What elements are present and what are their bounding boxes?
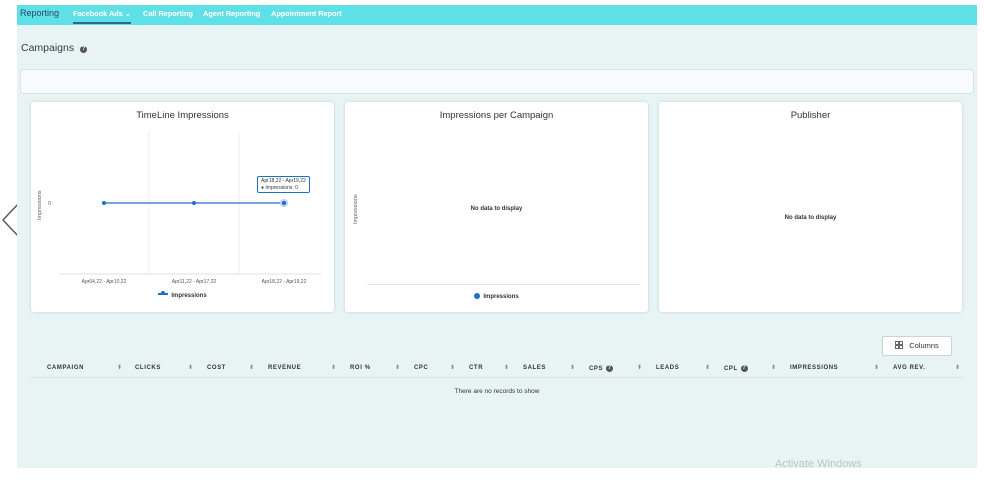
sort-icon[interactable]: ⬍ (395, 364, 400, 371)
os-watermark: Activate Windows (775, 458, 862, 468)
sort-icon[interactable]: ⬍ (570, 364, 575, 371)
table-header: CAMPAIGN ⬍ CLICKS ⬍ COST ⬍ REVENUE ⬍ ROI… (31, 363, 963, 378)
columns-button[interactable]: Columns (882, 336, 952, 356)
column-header-cpc[interactable]: CPC (414, 365, 428, 371)
column-header-clicks[interactable]: CLICKS (135, 365, 161, 371)
sort-icon[interactable]: ⬍ (955, 364, 960, 371)
tooltip-range: Apr18,22 - Apr19,22 (261, 178, 306, 184)
chart-legend[interactable]: Impressions (31, 291, 334, 299)
page-title-text: Campaigns (21, 42, 75, 54)
column-header-sales[interactable]: SALES (523, 365, 546, 371)
column-header-avg-rev[interactable]: AVG REV. (893, 365, 925, 371)
x-tick-label: Apr18,22 - Apr19,22 (262, 279, 307, 285)
sort-icon[interactable]: ⬍ (450, 364, 455, 371)
table-empty-message: There are no records to show (454, 388, 540, 395)
sort-icon[interactable]: ⬍ (504, 364, 509, 371)
data-point[interactable] (282, 201, 286, 205)
card-publisher: Publisher No data to display (659, 102, 962, 312)
column-header-revenue[interactable]: REVENUE (268, 365, 301, 371)
card-timeline-impressions: TimeLine Impressions Impressions 0 Apr04,… (31, 102, 334, 312)
data-point[interactable] (192, 201, 196, 205)
help-icon[interactable]: ? (740, 365, 748, 372)
nav-item-call-reporting[interactable]: Call Reporting (143, 7, 193, 27)
top-nav: Reporting Facebook Ads ⌄ Call Reporting A… (17, 5, 977, 25)
card-title: Impressions per Campaign (439, 110, 554, 121)
help-icon[interactable]: ? (606, 365, 614, 372)
column-header-leads[interactable]: LEADS (656, 365, 679, 371)
data-point[interactable] (102, 201, 106, 205)
sort-icon[interactable]: ⬍ (874, 364, 879, 371)
sort-icon[interactable]: ⬍ (705, 364, 710, 371)
column-header-campaign[interactable]: CAMPAIGN (47, 365, 84, 371)
legend-line-icon (158, 291, 169, 295)
tooltip-value: ● Impressions: 0 (261, 184, 298, 191)
sort-icon[interactable]: ⬍ (188, 364, 193, 371)
sort-icon[interactable]: ⬍ (771, 364, 776, 371)
sort-icon[interactable]: ⬍ (637, 364, 642, 371)
legend-label: Impressions (483, 294, 519, 300)
chart-legend[interactable]: Impressions (345, 293, 648, 300)
x-tick-label: Apr04,22 - Apr10,22 (82, 279, 127, 285)
columns-button-label: Columns (909, 341, 939, 350)
timeline-line-chart[interactable]: 0 Apr04,22 - Apr10,22 Apr11,22 - Apr17,22 A… (31, 102, 334, 312)
column-header-label: CPL (724, 366, 738, 372)
filter-bar[interactable] (20, 69, 974, 94)
x-tick-label: Apr11,22 - Apr17,22 (172, 279, 217, 285)
column-header-cost[interactable]: COST (207, 365, 226, 371)
card-title: Publisher (790, 110, 831, 121)
sort-icon[interactable]: ⬍ (331, 364, 336, 371)
nav-item-facebook-ads[interactable]: Facebook Ads ⌄ (73, 7, 131, 24)
chevron-down-icon: ⌄ (124, 11, 131, 18)
page-title: Campaigns? (21, 42, 88, 54)
chart-tooltip: Apr18,22 - Apr19,22 ● Impressions: 0 (257, 176, 310, 193)
no-data-message: No data to display (470, 206, 523, 212)
column-header-cpl[interactable]: CPL? (724, 365, 748, 372)
y-tick-label: 0 (48, 201, 51, 207)
column-header-cps[interactable]: CPS? (589, 365, 614, 372)
help-icon[interactable]: ? (80, 46, 88, 53)
nav-brand[interactable]: Reporting (20, 6, 59, 26)
grid-icon (895, 341, 904, 349)
column-header-impressions[interactable]: IMPRESSIONS (790, 365, 838, 371)
sort-icon[interactable]: ⬍ (117, 364, 122, 371)
column-header-label: CPS (589, 366, 604, 372)
nav-item-appointment-report[interactable]: Appointment Report (271, 7, 342, 27)
sort-icon[interactable]: ⬍ (249, 364, 254, 371)
x-axis-line (367, 284, 640, 285)
app-container: Reporting Facebook Ads ⌄ Call Reporting A… (17, 5, 977, 468)
column-header-ctr[interactable]: CTR (469, 365, 483, 371)
legend-dot-icon (474, 293, 481, 299)
column-header-roi[interactable]: ROI % (350, 365, 371, 371)
nav-item-label: Facebook Ads (73, 9, 123, 18)
nav-item-agent-reporting[interactable]: Agent Reporting (203, 7, 260, 27)
no-data-message: No data to display (784, 215, 837, 221)
card-impressions-per-campaign: Impressions per Campaign Impressions No … (345, 102, 648, 312)
legend-label: Impressions (171, 293, 207, 299)
